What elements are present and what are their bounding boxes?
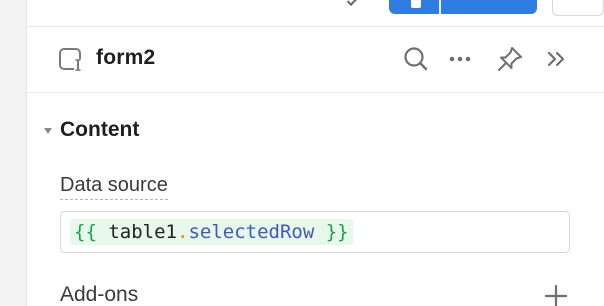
split-divider (439, 0, 441, 14)
token-dot: . (176, 221, 189, 243)
token-close-brace: }} (325, 221, 349, 243)
token-open-brace: {{ (74, 221, 97, 243)
primary-split-button[interactable] (389, 0, 537, 14)
data-source-expression: {{ table1.selectedRow }} (70, 219, 353, 245)
section-title-content[interactable]: Content (60, 118, 139, 142)
section-collapse-caret-icon[interactable] (44, 128, 52, 134)
more-icon[interactable] (444, 43, 476, 75)
data-source-label: Data source (60, 174, 168, 200)
add-addon-plus-icon[interactable] (542, 282, 570, 306)
primary-split-button-left[interactable] (389, 0, 439, 14)
top-toolbar (27, 0, 604, 27)
addons-label: Add-ons (60, 283, 139, 306)
action-icon (411, 0, 421, 8)
secondary-button[interactable] (552, 0, 604, 16)
double-chevron-right-icon[interactable] (541, 43, 573, 75)
chevron-down-icon[interactable] (346, 0, 359, 6)
left-gutter (0, 0, 27, 306)
inspector-window: form2 Content Data source {{table1.sele… (0, 0, 604, 306)
panel-header: form2 (27, 27, 604, 93)
data-source-input[interactable]: {{ table1.selectedRow }} (60, 211, 570, 253)
panel-title: form2 (96, 46, 156, 69)
token-identifier: table1 (108, 221, 177, 243)
pin-icon[interactable] (494, 43, 526, 75)
form-icon (57, 46, 85, 74)
token-property: selectedRow (188, 221, 315, 243)
search-icon[interactable] (400, 43, 432, 75)
